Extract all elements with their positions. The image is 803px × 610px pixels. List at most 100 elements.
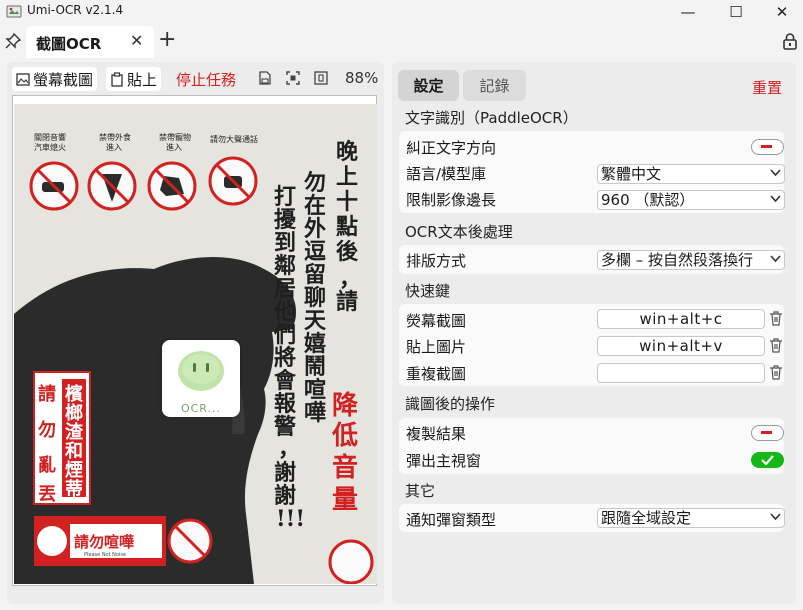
after-settings-card: 複製結果 彈出主視窗 [399, 418, 784, 474]
post-settings-card: 排版方式 多欄 – 按自然段落換行 [399, 245, 785, 274]
chevron-down-icon [770, 513, 781, 521]
svg-text:進入: 進入 [106, 143, 122, 152]
language-select[interactable]: 繁體中文 [597, 164, 785, 184]
section-title-ocr: 文字識別（PaddleOCR） [405, 109, 578, 127]
image-preview[interactable]: 關閉音響 汽車熄火 禁帶外食 進入 禁帶寵物 進入 請勿大聲通話 晚上十 點後 ，… [12, 95, 377, 586]
zoom-level: 88% [345, 69, 379, 87]
svg-text:上: 上 [336, 164, 358, 190]
close-window-button[interactable]: ✕ [759, 0, 803, 24]
svg-text:關閉音響: 關閉音響 [34, 132, 66, 142]
layout-value: 多欄 – 按自然段落換行 [601, 251, 754, 269]
svg-text:點: 點 [336, 214, 358, 240]
reset-button[interactable]: 重置 [752, 77, 782, 98]
other-settings-card: 通知彈窗類型 跟隨全域設定 [399, 504, 785, 532]
correct-direction-label: 糾正文字方向 [406, 139, 497, 157]
svg-text:檳: 檳 [65, 383, 83, 405]
svg-text:量: 量 [332, 485, 358, 515]
hotkey-paste-input[interactable]: win+alt+v [597, 336, 765, 356]
pin-icon[interactable] [4, 32, 22, 50]
screenshot-button[interactable]: 螢幕截圖 [12, 67, 98, 91]
svg-text:和: 和 [65, 441, 83, 462]
svg-text:請: 請 [38, 383, 56, 405]
notify-type-label: 通知彈窗類型 [406, 511, 497, 529]
trash-icon[interactable] [769, 338, 783, 353]
chevron-down-icon [770, 255, 781, 263]
popup-window-toggle[interactable] [751, 452, 784, 468]
svg-text:丟: 丟 [38, 484, 56, 505]
minimize-button[interactable]: — [665, 0, 711, 24]
svg-text:，: ， [278, 436, 300, 462]
image-icon [16, 72, 30, 86]
notify-type-select[interactable]: 跟隨全域設定 [597, 508, 785, 528]
screenshot-button-label: 螢幕截圖 [33, 70, 94, 89]
svg-text:後: 後 [336, 239, 359, 265]
save-icon[interactable] [258, 71, 272, 85]
settings-panel: 設定 記錄 重置 文字識別（PaddleOCR） 糾正文字方向 語言/模型庫 繁… [392, 62, 796, 604]
svg-text:請勿喧嘩: 請勿喧嘩 [74, 533, 134, 551]
trash-icon[interactable] [769, 311, 783, 326]
slime-mascot-icon [178, 351, 224, 391]
svg-text:進入: 進入 [166, 143, 182, 152]
svg-text:勿: 勿 [37, 419, 56, 441]
hotkey-settings-card: 熒幕截圖 win+alt+c 貼上圖片 win+alt+v 重複截圖 [399, 304, 784, 386]
window-title: Umi-OCR v2.1.4 [27, 3, 124, 17]
section-title-after: 識圖後的操作 [405, 395, 496, 413]
language-value: 繁體中文 [601, 165, 662, 183]
svg-text:煙: 煙 [65, 460, 83, 481]
hotkey-repeat-input[interactable] [597, 363, 765, 383]
ocr-sticker: OCR... [162, 340, 240, 417]
notify-type-value: 跟隨全域設定 [601, 509, 692, 527]
paste-button[interactable]: 貼上 [106, 67, 162, 91]
svg-text:Please Not Noise: Please Not Noise [84, 552, 126, 558]
ocr-settings-card: 糾正文字方向 語言/模型庫 繁體中文 限制影像邊長 960 （默認） [399, 131, 785, 213]
maximize-button[interactable]: ☐ [713, 0, 759, 24]
layout-label: 排版方式 [406, 252, 467, 270]
svg-text:音: 音 [332, 452, 358, 483]
tab-screenshot-ocr[interactable]: 截圖OCR ✕ [26, 26, 154, 58]
layout-select[interactable]: 多欄 – 按自然段落換行 [597, 250, 785, 270]
correct-direction-toggle[interactable] [751, 139, 784, 155]
svg-text:渣: 渣 [65, 421, 84, 443]
svg-text:蒂: 蒂 [65, 479, 83, 500]
section-title-hotkeys: 快速鍵 [405, 282, 451, 300]
svg-text:榔: 榔 [65, 402, 83, 424]
svg-text:嘩: 嘩 [304, 400, 326, 426]
svg-text:請: 請 [336, 289, 358, 315]
hotkey-screenshot-input[interactable]: win+alt+c [597, 309, 765, 329]
limit-size-label: 限制影像邊長 [406, 191, 497, 209]
section-title-other: 其它 [405, 482, 436, 500]
fit-screen-icon[interactable] [286, 71, 300, 85]
svg-text:亂: 亂 [38, 454, 56, 476]
paste-button-label: 貼上 [127, 70, 158, 89]
copy-result-toggle[interactable] [751, 425, 784, 441]
svg-text:!!!: !!! [276, 506, 305, 532]
title-bar: Umi-OCR v2.1.4 — ☐ ✕ [0, 0, 803, 24]
clipboard-icon [111, 71, 123, 87]
language-label: 語言/模型庫 [406, 165, 487, 183]
svg-text:低: 低 [331, 421, 358, 451]
ocr-sticker-label: OCR... [180, 402, 222, 415]
svg-text:十: 十 [336, 189, 358, 215]
svg-text:禁帶寵物: 禁帶寵物 [159, 132, 191, 142]
tab-records[interactable]: 記錄 [463, 70, 526, 101]
tab-settings[interactable]: 設定 [398, 70, 459, 101]
section-title-post: OCR文本後處理 [405, 223, 513, 241]
limit-size-value: 960 （默認） [601, 191, 695, 209]
tab-bar: 截圖OCR ✕ + [0, 24, 803, 60]
hotkey-paste-label: 貼上圖片 [406, 338, 467, 356]
stop-task-button[interactable]: 停止任務 [176, 69, 236, 90]
chevron-down-icon [770, 195, 781, 203]
limit-size-select[interactable]: 960 （默認） [597, 190, 785, 210]
app-logo-icon [6, 5, 22, 18]
hotkey-screenshot-label: 熒幕截圖 [406, 312, 467, 330]
lock-icon[interactable] [781, 32, 799, 50]
svg-text:請勿大聲通話: 請勿大聲通話 [210, 134, 258, 144]
popup-window-label: 彈出主視窗 [406, 452, 482, 470]
actual-size-icon[interactable] [314, 71, 328, 85]
copy-result-label: 複製結果 [406, 425, 467, 443]
tab-close-icon[interactable]: ✕ [130, 31, 143, 50]
svg-text:汽車熄火: 汽車熄火 [34, 142, 66, 152]
add-tab-button[interactable]: + [158, 27, 176, 52]
tab-label: 截圖OCR [36, 35, 102, 53]
trash-icon[interactable] [769, 365, 783, 380]
